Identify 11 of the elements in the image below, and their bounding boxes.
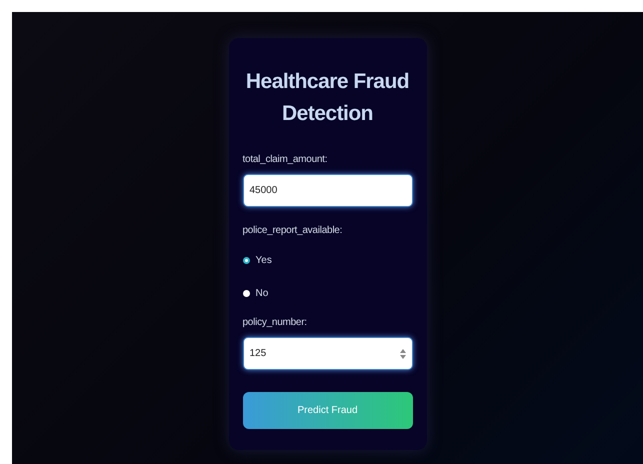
form-title: Healthcare Fraud Detection xyxy=(244,69,410,127)
radio-label: Yes xyxy=(256,254,272,268)
radio-label: No xyxy=(256,287,268,301)
radio-button[interactable] xyxy=(242,290,250,297)
field-label: policy_number: xyxy=(242,316,308,330)
field-label: total_claim_amount: xyxy=(242,153,328,167)
input-field[interactable]: 125 xyxy=(242,337,412,370)
radio-button[interactable] xyxy=(242,257,250,264)
spinner-icon[interactable] xyxy=(400,348,406,360)
input-field[interactable]: 45000 xyxy=(242,174,412,207)
field-label: police_report_available: xyxy=(242,224,344,238)
